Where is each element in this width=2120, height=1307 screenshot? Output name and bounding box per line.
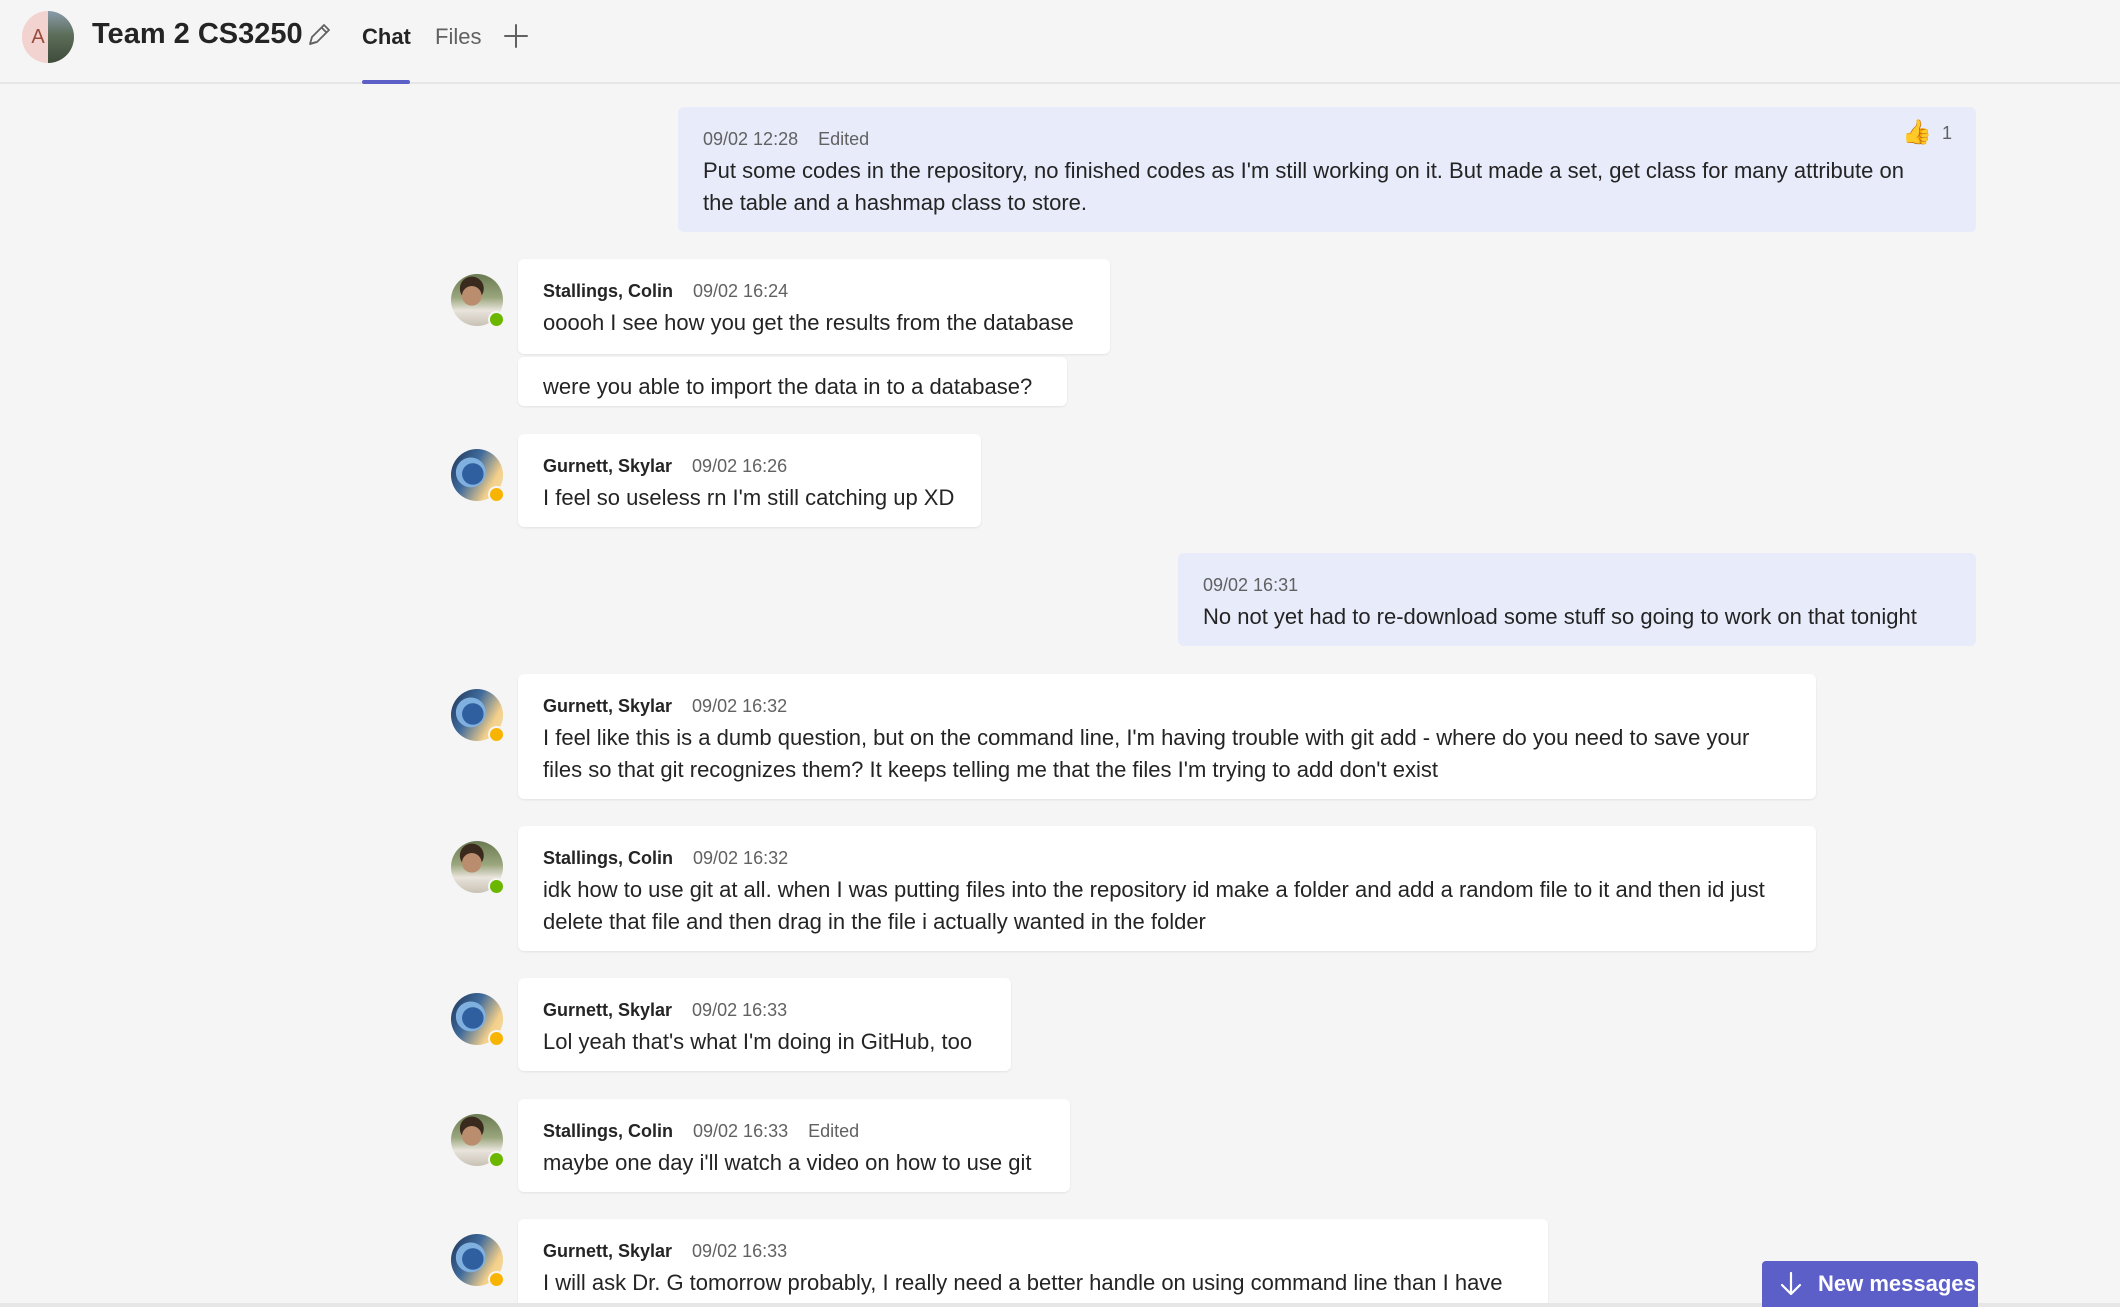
active-tab-indicator <box>362 80 410 84</box>
message-author[interactable]: Gurnett, Skylar <box>543 1239 672 1263</box>
message-text: ooooh I see how you get the results from… <box>543 310 1074 335</box>
my-message[interactable]: 09/02 16:31 No not yet had to re-downloa… <box>1178 553 1976 646</box>
message-text: I will ask Dr. G tomorrow probably, I re… <box>543 1270 1503 1295</box>
presence-available-icon <box>488 311 505 328</box>
message-timestamp: 09/02 16:33 <box>692 1000 788 1020</box>
reaction-badge[interactable]: 👍 1 <box>1902 121 1952 145</box>
teams-chat-window: A Team 2 CS3250 Chat Files 09/02 12:28 E… <box>0 0 2120 1307</box>
message-text: Put some codes in the repository, no fin… <box>703 158 1904 215</box>
presence-available-icon <box>488 878 505 895</box>
new-messages-label: New messages <box>1818 1271 1976 1296</box>
message-timestamp: 09/02 16:32 <box>692 696 788 716</box>
message-timestamp: 09/02 16:32 <box>693 848 789 868</box>
add-tab-icon[interactable] <box>500 20 532 52</box>
message-timestamp: 09/02 16:33 <box>692 1241 788 1261</box>
message-text: I feel so useless rn I'm still catching … <box>543 485 955 510</box>
tab-files[interactable]: Files <box>435 24 481 50</box>
message-bubble[interactable]: Stallings, Colin 09/02 16:24 ooooh I see… <box>518 259 1110 354</box>
avatar[interactable] <box>451 689 505 743</box>
message-text: were you able to import the data in to a… <box>543 374 1033 399</box>
message-timestamp: 09/02 12:28 <box>703 129 799 149</box>
message-timestamp: 09/02 16:33 <box>693 1121 789 1141</box>
message-timestamp: 09/02 16:26 <box>692 456 788 476</box>
presence-away-icon <box>488 486 505 503</box>
presence-away-icon <box>488 1271 505 1288</box>
message-bubble[interactable]: were you able to import the data in to a… <box>518 357 1067 406</box>
message-timestamp: 09/02 16:31 <box>1203 575 1299 595</box>
message-timestamp: 09/02 16:24 <box>693 281 789 301</box>
message-text: idk how to use git at all. when I was pu… <box>543 877 1765 934</box>
presence-away-icon <box>488 726 505 743</box>
message-author[interactable]: Gurnett, Skylar <box>543 998 672 1022</box>
message-text: No not yet had to re-download some stuff… <box>1203 604 1917 629</box>
message-bubble[interactable]: Gurnett, Skylar 09/02 16:26 I feel so us… <box>518 434 981 527</box>
message-text: maybe one day i'll watch a video on how … <box>543 1150 1032 1175</box>
my-message[interactable]: 09/02 12:28 Edited Put some codes in the… <box>678 107 1976 232</box>
pencil-icon[interactable] <box>304 20 334 50</box>
chat-header: A Team 2 CS3250 Chat Files <box>0 0 2120 84</box>
group-avatar-photo <box>48 11 74 63</box>
message-bubble[interactable]: Stallings, Colin 09/02 16:33 Edited mayb… <box>518 1099 1070 1192</box>
avatar[interactable] <box>451 449 505 503</box>
message-bubble[interactable]: Gurnett, Skylar 09/02 16:33 Lol yeah tha… <box>518 978 1011 1071</box>
group-avatar[interactable]: A <box>22 11 74 63</box>
presence-available-icon <box>488 1151 505 1168</box>
message-bubble[interactable]: Gurnett, Skylar 09/02 16:33 I will ask D… <box>518 1219 1548 1307</box>
reaction-count: 1 <box>1941 122 1952 143</box>
message-author[interactable]: Gurnett, Skylar <box>543 454 672 478</box>
tab-chat[interactable]: Chat <box>362 24 411 50</box>
chat-title[interactable]: Team 2 CS3250 <box>92 18 303 51</box>
avatar[interactable] <box>451 1234 505 1288</box>
message-author[interactable]: Gurnett, Skylar <box>543 694 672 718</box>
message-bubble[interactable]: Stallings, Colin 09/02 16:32 idk how to … <box>518 826 1816 951</box>
message-text: Lol yeah that's what I'm doing in GitHub… <box>543 1029 973 1054</box>
message-bubble[interactable]: Gurnett, Skylar 09/02 16:32 I feel like … <box>518 674 1816 799</box>
edited-label: Edited <box>808 1121 860 1141</box>
message-author[interactable]: Stallings, Colin <box>543 846 673 870</box>
message-author[interactable]: Stallings, Colin <box>543 1119 673 1143</box>
avatar[interactable] <box>451 993 505 1047</box>
new-messages-button[interactable]: New messages <box>1762 1261 1978 1307</box>
message-author[interactable]: Stallings, Colin <box>543 279 673 303</box>
avatar[interactable] <box>451 274 505 328</box>
avatar[interactable] <box>451 841 505 895</box>
message-text: I feel like this is a dumb question, but… <box>543 725 1750 782</box>
presence-away-icon <box>488 1030 505 1047</box>
arrow-down-icon <box>1780 1271 1802 1296</box>
thumbs-up-icon: 👍 <box>1902 119 1932 146</box>
edited-label: Edited <box>818 129 870 149</box>
group-avatar-initial: A <box>22 11 48 63</box>
avatar[interactable] <box>451 1114 505 1168</box>
